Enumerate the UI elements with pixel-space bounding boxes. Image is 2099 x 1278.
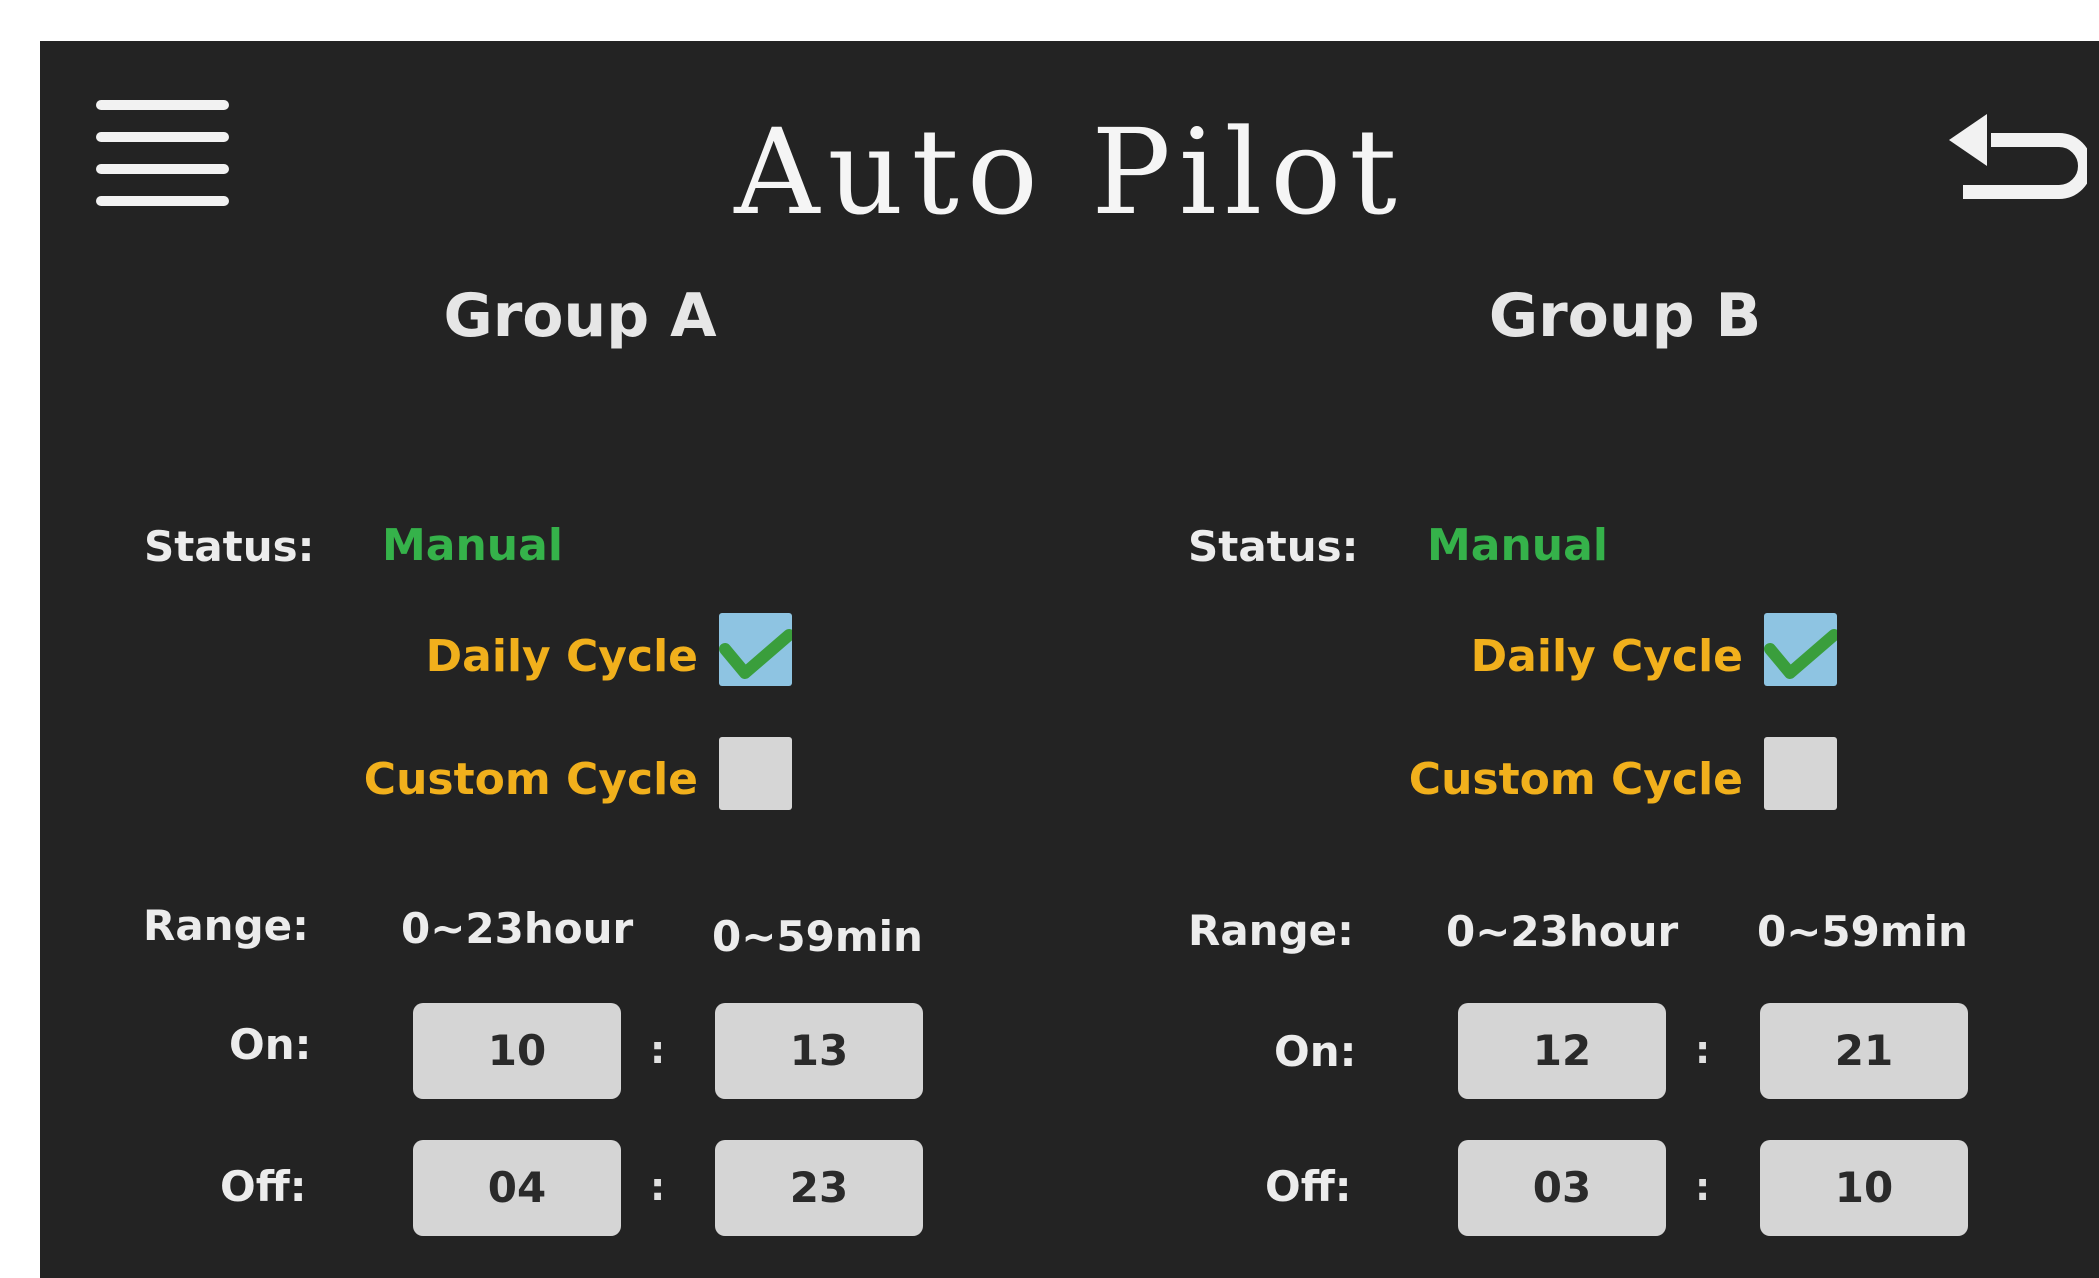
time-separator: : — [1695, 1028, 1711, 1072]
group-title: Group B — [1488, 281, 1762, 351]
off-hour-field[interactable]: 03 — [1458, 1140, 1666, 1236]
on-minute-field[interactable]: 13 — [715, 1003, 923, 1099]
range-hour: 0~23hour — [1446, 907, 1679, 956]
daily-cycle-checkbox[interactable] — [1764, 613, 1840, 686]
off-minute-field[interactable]: 10 — [1760, 1140, 1968, 1236]
time-separator: : — [1695, 1165, 1711, 1209]
checkmark-icon — [719, 629, 795, 679]
off-hour-field[interactable]: 04 — [413, 1140, 621, 1236]
daily-cycle-label: Daily Cycle — [1470, 631, 1743, 682]
custom-cycle-checkbox[interactable] — [1764, 737, 1837, 810]
auto-pilot-screen: Auto Pilot Group A Status: Manual Daily … — [40, 41, 2099, 1278]
on-label: On: — [1274, 1027, 1357, 1076]
daily-cycle-checkbox[interactable] — [719, 613, 795, 686]
range-hour: 0~23hour — [401, 904, 634, 953]
status-label: Status: — [144, 522, 315, 571]
status-label: Status: — [1188, 522, 1359, 571]
on-hour-field[interactable]: 12 — [1458, 1003, 1666, 1099]
time-separator: : — [650, 1028, 666, 1072]
checkmark-icon — [1764, 629, 1840, 679]
status-value: Manual — [1427, 520, 1608, 571]
off-label: Off: — [1265, 1162, 1352, 1211]
range-min: 0~59min — [712, 912, 923, 961]
daily-cycle-label: Daily Cycle — [425, 631, 698, 682]
custom-cycle-label: Custom Cycle — [363, 754, 698, 805]
range-label: Range: — [143, 901, 309, 950]
group-a-panel: Group A Status: Manual Daily Cycle Custo… — [40, 41, 1070, 1278]
off-minute-field[interactable]: 23 — [715, 1140, 923, 1236]
off-label: Off: — [220, 1162, 307, 1211]
group-title: Group A — [443, 281, 717, 351]
on-minute-field[interactable]: 21 — [1760, 1003, 1968, 1099]
range-min: 0~59min — [1757, 907, 1968, 956]
group-b-panel: Group B Status: Manual Daily Cycle Custo… — [1085, 41, 2099, 1278]
range-label: Range: — [1188, 906, 1354, 955]
status-value: Manual — [382, 520, 563, 571]
custom-cycle-label: Custom Cycle — [1408, 754, 1743, 805]
custom-cycle-checkbox[interactable] — [719, 737, 792, 810]
time-separator: : — [650, 1165, 666, 1209]
on-label: On: — [229, 1020, 312, 1069]
on-hour-field[interactable]: 10 — [413, 1003, 621, 1099]
